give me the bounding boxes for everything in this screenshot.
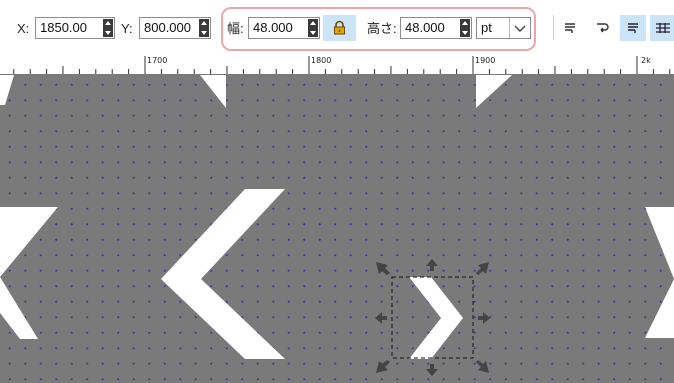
scale-handle-right-icon[interactable] [478,312,490,324]
scale-handle-top-left-icon[interactable] [376,262,390,275]
lock-ratio-button[interactable] [323,15,356,41]
ruler-label: 1900 [475,56,496,65]
snap-left-button[interactable] [557,15,583,41]
snap-right-button[interactable] [589,15,615,41]
grid-icon [656,23,670,33]
right-edge-chevron[interactable] [645,207,674,338]
y-label: Y: [121,21,133,36]
spin-up-icon[interactable] [199,19,209,28]
ruler-label: 2k [641,56,651,65]
x-spinner[interactable] [103,19,113,37]
spin-down-icon[interactable] [460,28,470,37]
grid-button[interactable] [650,15,674,41]
height-spinner[interactable] [460,19,470,37]
width-value: 48.000 [253,20,293,35]
drawing-canvas[interactable] [0,75,674,383]
width-input[interactable]: 48.000 [248,17,320,39]
left-edge-chevron[interactable] [0,207,58,339]
height-input[interactable]: 48.000 [400,17,472,39]
x-label: X: [17,21,30,36]
scale-handle-bottom-left-icon[interactable] [376,360,390,373]
scale-handle-left-icon[interactable] [375,312,387,324]
height-label: 高さ: [367,21,397,36]
ruler-ticks [13,56,671,74]
snap-active-button[interactable] [620,15,646,41]
y-spinner[interactable] [199,19,209,37]
selected-chevron-shape[interactable] [409,277,463,359]
tool-controls-bar: X: 1850.00 Y: 800.000 幅: 48.000 高さ: 48.0 [0,0,674,55]
y-input[interactable]: 800.000 [139,17,211,39]
x-value: 1850.00 [40,20,87,35]
spin-down-icon[interactable] [199,28,209,37]
snap-right-icon [597,23,609,33]
height-value: 48.000 [405,20,445,35]
scale-handle-top-right-icon[interactable] [476,262,489,275]
snap-left-icon [565,23,575,33]
snap-active-icon [628,23,638,33]
spin-up-icon[interactable] [460,19,470,28]
spin-down-icon[interactable] [103,28,113,37]
large-chevron-shape[interactable] [161,189,285,359]
y-value: 800.000 [144,20,191,35]
ruler-label: 1700 [147,56,168,65]
x-input[interactable]: 1850.00 [35,17,115,39]
top-right-shape[interactable] [476,75,512,108]
top-left-shape[interactable] [0,75,14,105]
top-center-shape[interactable] [200,75,226,108]
dropdown-arrow[interactable] [509,18,530,38]
ruler-label: 1800 [311,56,332,65]
scale-handle-top-icon[interactable] [426,259,438,271]
unit-value: pt [481,20,492,35]
width-spinner[interactable] [308,19,318,37]
lock-icon [334,20,345,35]
spin-down-icon[interactable] [308,28,318,37]
spin-up-icon[interactable] [103,19,113,28]
unit-select[interactable]: pt [476,17,531,39]
spin-up-icon[interactable] [308,19,318,28]
artwork-layer [0,75,674,376]
toolbar-separator [553,15,554,40]
horizontal-ruler[interactable]: 1700 1800 1900 2k [0,55,674,75]
scale-handle-bottom-right-icon[interactable] [476,360,489,373]
chevron-down-icon [514,25,526,32]
scale-handle-bottom-icon[interactable] [426,364,438,376]
width-label: 幅: [227,21,244,36]
